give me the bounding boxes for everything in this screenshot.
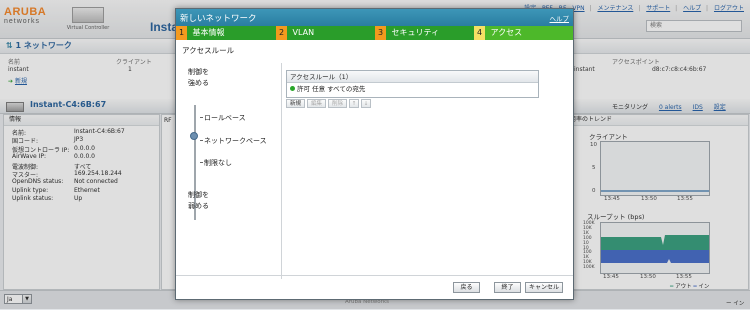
step-number: 1 xyxy=(176,26,187,40)
allow-icon xyxy=(290,86,295,91)
step-number: 3 xyxy=(375,26,386,40)
step-basic-info[interactable]: 1 基本情報 xyxy=(176,26,276,40)
delete-rule-button[interactable]: 削除 xyxy=(328,99,347,108)
slider-bottom-label: 制御を 弱める xyxy=(188,191,209,210)
rule-row[interactable]: 許可 任意 すべての宛先 xyxy=(290,84,365,95)
option-role-based[interactable]: ロールベース xyxy=(204,113,246,123)
dialog-title: 新しいネットワーク xyxy=(180,14,257,24)
edit-rule-button[interactable]: 編集 xyxy=(307,99,326,108)
step-label: アクセス xyxy=(490,28,523,37)
footer-divider xyxy=(176,275,573,276)
back-button[interactable]: 戻る xyxy=(453,282,480,293)
option-network-based[interactable]: ネットワークベース xyxy=(204,136,267,146)
step-vlan[interactable]: 2 VLAN xyxy=(276,26,375,40)
column-divider xyxy=(281,63,282,279)
step-number: 4 xyxy=(474,26,485,40)
move-up-button[interactable]: ↑ xyxy=(349,99,359,108)
cancel-button[interactable]: キャンセル xyxy=(525,282,563,293)
finish-button[interactable]: 終了 xyxy=(494,282,521,293)
access-rules-list: アクセスルール（1） 許可 任意 すべての宛先 xyxy=(286,70,539,98)
slider-handle[interactable] xyxy=(190,132,198,140)
section-title: アクセスルール xyxy=(182,46,235,55)
move-down-button[interactable]: ↓ xyxy=(361,99,371,108)
step-label: 基本情報 xyxy=(192,28,225,37)
rules-header: アクセスルール（1） xyxy=(287,71,538,83)
new-network-dialog: 新しいネットワーク ヘルプ 1 基本情報 2 VLAN 3 セキュリティ 4 ア… xyxy=(175,8,574,300)
help-link[interactable]: ヘルプ xyxy=(550,13,570,23)
step-security[interactable]: 3 セキュリティ xyxy=(375,26,474,40)
step-label: セキュリティ xyxy=(391,28,440,37)
step-number: 2 xyxy=(276,26,287,40)
dialog-titlebar: 新しいネットワーク ヘルプ xyxy=(176,9,573,26)
step-label: VLAN xyxy=(292,28,315,37)
slider-top-label: 制御を 強める xyxy=(188,68,209,87)
rule-text: 許可 任意 すべての宛先 xyxy=(297,85,366,93)
option-unrestricted[interactable]: 制限なし xyxy=(204,158,232,168)
wizard-steps: 1 基本情報 2 VLAN 3 セキュリティ 4 アクセス xyxy=(176,26,573,40)
access-control-slider: 制御を 強める ロールベース ネットワークベース 制限なし 制御を 弱める xyxy=(176,59,281,269)
new-rule-button[interactable]: 新規 xyxy=(286,99,305,108)
step-access[interactable]: 4 アクセス xyxy=(474,26,573,40)
